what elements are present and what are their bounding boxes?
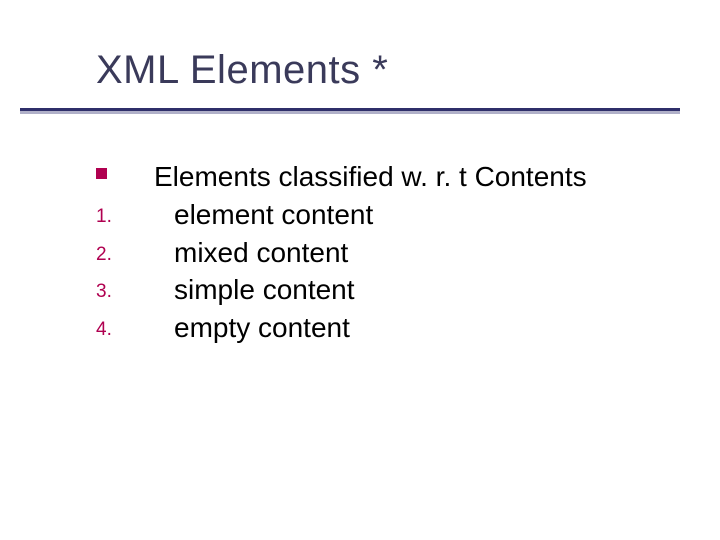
slide: XML Elements * Elements classified w. r.… bbox=[0, 0, 720, 540]
list-text: empty content bbox=[154, 309, 350, 347]
list-marker: 2. bbox=[96, 234, 154, 268]
list-marker: 4. bbox=[96, 309, 154, 343]
list-item: 2. mixed content bbox=[96, 234, 587, 272]
list-item: 4. empty content bbox=[96, 309, 587, 347]
body-heading: Elements classified w. r. t Contents bbox=[154, 158, 587, 196]
list-text: mixed content bbox=[154, 234, 348, 272]
list-marker: 1. bbox=[96, 196, 154, 230]
slide-title: XML Elements * bbox=[96, 48, 388, 93]
square-bullet-icon bbox=[96, 168, 107, 179]
body-heading-row: Elements classified w. r. t Contents bbox=[96, 158, 587, 196]
title-underline-shadow bbox=[20, 111, 680, 114]
list-text: simple content bbox=[154, 271, 355, 309]
slide-title-wrap: XML Elements * bbox=[96, 48, 388, 93]
slide-body: Elements classified w. r. t Contents 1. … bbox=[96, 158, 587, 347]
bullet-icon bbox=[96, 158, 154, 179]
list-item: 3. simple content bbox=[96, 271, 587, 309]
list-marker: 3. bbox=[96, 271, 154, 305]
list-item: 1. element content bbox=[96, 196, 587, 234]
list-text: element content bbox=[154, 196, 373, 234]
